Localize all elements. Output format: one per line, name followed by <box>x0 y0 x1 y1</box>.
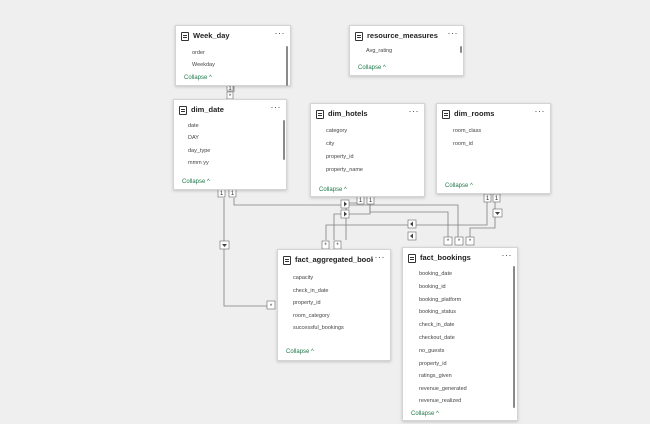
card-title: dim_hotels <box>328 109 368 118</box>
collapse-button[interactable]: Collapse ^ <box>358 65 386 71</box>
more-options-icon[interactable]: ··· <box>275 28 286 38</box>
more-options-icon[interactable]: ··· <box>502 250 513 260</box>
collapse-button[interactable]: Collapse ^ <box>286 349 314 355</box>
table-icon <box>355 32 363 41</box>
card-header[interactable]: fact_aggregated_booki... ··· <box>278 250 390 272</box>
table-card-week-day[interactable]: Week_day ··· order Weekday Collapse ^ <box>175 25 291 86</box>
field-item[interactable]: order <box>192 50 205 56</box>
card-title: fact_bookings <box>420 253 471 262</box>
card-header[interactable]: fact_bookings ··· <box>403 248 517 270</box>
card-header[interactable]: dim_rooms ··· <box>437 104 550 126</box>
table-icon <box>179 106 187 115</box>
card-title: fact_aggregated_booki... <box>295 255 373 264</box>
card-header[interactable]: resource_measures ··· <box>350 26 463 48</box>
field-item[interactable]: no_guests <box>419 348 444 354</box>
field-item[interactable]: check_in_date <box>293 288 328 294</box>
field-item[interactable]: Weekday <box>192 62 215 68</box>
collapse-button[interactable]: Collapse ^ <box>445 183 473 189</box>
table-icon <box>283 256 291 265</box>
card-header[interactable]: Week_day ··· <box>176 26 290 48</box>
field-item[interactable]: capacity <box>293 275 313 281</box>
table-card-fact-aggregated-bookings[interactable]: fact_aggregated_booki... ··· capacity ch… <box>277 249 391 361</box>
field-item[interactable]: booking_date <box>419 271 452 277</box>
field-item[interactable]: day_type <box>188 148 210 154</box>
table-card-fact-bookings[interactable]: fact_bookings ··· booking_date booking_i… <box>402 247 518 421</box>
table-card-dim-date[interactable]: dim_date ··· date DAY day_type mmm yy Co… <box>173 99 287 190</box>
field-item[interactable]: room_category <box>293 313 330 319</box>
table-card-dim-hotels[interactable]: dim_hotels ··· category city property_id… <box>310 103 425 197</box>
link-dimrooms-factagg <box>325 198 488 240</box>
field-item[interactable]: booking_id <box>419 284 446 290</box>
field-item[interactable]: checkout_date <box>419 335 455 341</box>
card-header[interactable]: dim_date ··· <box>174 100 286 122</box>
more-options-icon[interactable]: ··· <box>271 102 282 112</box>
more-options-icon[interactable]: ··· <box>448 28 459 38</box>
field-item[interactable]: date <box>188 123 199 129</box>
field-item[interactable]: booking_status <box>419 309 456 315</box>
card-title: Week_day <box>193 31 230 40</box>
field-item[interactable]: revenue_generated <box>419 386 467 392</box>
field-item[interactable]: property_id <box>326 154 354 160</box>
collapse-button[interactable]: Collapse ^ <box>184 75 212 81</box>
field-item[interactable]: room_class <box>453 128 481 134</box>
field-item[interactable]: property_name <box>326 167 363 173</box>
scrollbar[interactable] <box>283 120 285 160</box>
table-icon <box>316 110 324 119</box>
more-options-icon[interactable]: ··· <box>409 106 420 116</box>
card-title: dim_rooms <box>454 109 495 118</box>
field-item[interactable]: property_id <box>293 300 321 306</box>
collapse-button[interactable]: Collapse ^ <box>319 187 347 193</box>
table-card-dim-rooms[interactable]: dim_rooms ··· room_class room_id Collaps… <box>436 103 551 194</box>
field-item[interactable]: category <box>326 128 347 134</box>
scrollbar[interactable] <box>460 46 462 53</box>
field-item[interactable]: mmm yy <box>188 160 209 166</box>
field-item[interactable]: Avg_rating <box>366 48 392 54</box>
field-item[interactable]: ratings_given <box>419 373 452 379</box>
scrollbar[interactable] <box>513 266 515 408</box>
link-dimrooms-factbookings <box>469 198 496 238</box>
table-icon <box>408 254 416 263</box>
collapse-button[interactable]: Collapse ^ <box>182 179 210 185</box>
table-icon <box>442 110 450 119</box>
field-item[interactable]: DAY <box>188 135 199 141</box>
field-item[interactable]: successful_bookings <box>293 325 344 331</box>
card-title: resource_measures <box>367 31 438 40</box>
field-item[interactable]: check_in_date <box>419 322 454 328</box>
table-icon <box>181 32 189 41</box>
field-item[interactable]: room_id <box>453 141 473 147</box>
card-header[interactable]: dim_hotels ··· <box>311 104 424 126</box>
field-item[interactable]: booking_platform <box>419 297 461 303</box>
more-options-icon[interactable]: ··· <box>375 252 386 262</box>
field-item[interactable]: city <box>326 141 334 147</box>
more-options-icon[interactable]: ··· <box>535 106 546 116</box>
field-item[interactable]: property_id <box>419 361 447 367</box>
link-dimdate-factagg <box>223 198 272 307</box>
table-card-resource-measures[interactable]: resource_measures ··· Avg_rating Collaps… <box>349 25 464 76</box>
card-title: dim_date <box>191 105 224 114</box>
collapse-button[interactable]: Collapse ^ <box>411 411 439 417</box>
scrollbar[interactable] <box>286 46 288 86</box>
field-item[interactable]: revenue_realized <box>419 398 461 404</box>
